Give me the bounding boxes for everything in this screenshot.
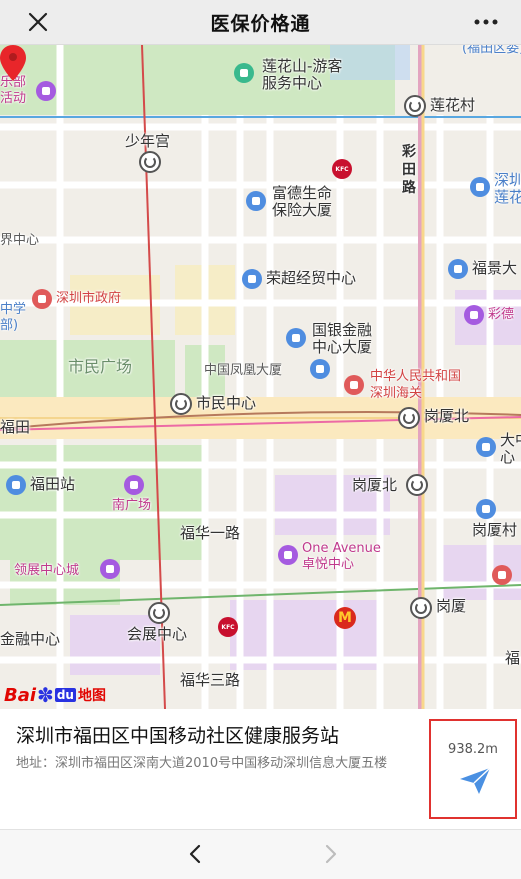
distance-label: 938.2m (448, 742, 498, 757)
map-label: 少年宫 (125, 132, 171, 150)
paper-plane-icon (460, 767, 491, 794)
map-label: 福田站 (30, 475, 76, 493)
place-name: 深圳市福田区中国移动社区健康服务站 (16, 725, 340, 747)
poi-icon[interactable] (492, 565, 512, 585)
map-label: 岗厦村 (472, 521, 518, 539)
map-label: 金融中心 (0, 630, 61, 648)
game-poi-icon[interactable] (36, 81, 56, 101)
map-label: 部) (0, 318, 19, 333)
map-label: 福 (505, 649, 521, 667)
map-label: 市民中心 (196, 394, 257, 412)
culture-poi-icon[interactable] (470, 177, 490, 197)
building-poi-icon[interactable] (476, 499, 496, 519)
map-label: (福田区委) (462, 45, 521, 56)
metro-station-icon[interactable] (406, 474, 428, 496)
place-address: 地址：深圳市福田区深南大道2010号中国移动深圳信息大厦五楼 (16, 756, 388, 771)
building-poi-icon[interactable] (246, 191, 266, 211)
map-view[interactable]: (福田区委) 乐部 活动 莲花山-游客 服务中心 莲花村 少年宫 彩 田 路 K… (0, 45, 521, 709)
building-poi-icon[interactable] (310, 359, 330, 379)
shop-poi-icon[interactable] (124, 475, 144, 495)
place-info-panel: 深圳市福田区中国移动社区健康服务站 地址：深圳市福田区深南大道2010号中国移动… (0, 709, 521, 829)
road-label: 彩 (402, 144, 416, 160)
road-label: 福华三路 (180, 671, 241, 689)
chevron-right-icon[interactable] (318, 842, 342, 866)
map-label: 富德生命 (272, 184, 333, 202)
baidu-paw-icon: ✽ (37, 683, 54, 707)
building-poi-icon[interactable] (286, 328, 306, 348)
map-label: 深圳市政府 (56, 291, 122, 306)
map-label: 彩德 (488, 307, 515, 322)
map-label: 岗厦 (436, 597, 467, 615)
road-label: 福华一路 (180, 524, 241, 542)
shop-poi-icon[interactable] (100, 559, 120, 579)
map-label: 莲花村 (430, 96, 476, 114)
baidu-map-logo: Bai ✽ du 地图 (4, 683, 106, 707)
map-label: 领展中心城 (14, 563, 80, 578)
map-label: 中学 (0, 302, 27, 317)
shop-poi-icon[interactable] (464, 305, 484, 325)
map-label: 福田 (0, 418, 31, 436)
top-bar: 医保价格通 (0, 0, 521, 45)
metro-station-icon[interactable] (139, 151, 161, 173)
map-label: 岗厦北 (352, 476, 398, 494)
building-poi-icon[interactable] (476, 437, 496, 457)
road-label: 田 (402, 162, 416, 178)
map-label: 深圳 (494, 171, 521, 189)
park-service-poi-icon[interactable] (234, 63, 254, 83)
map-label: 会展中心 (127, 625, 188, 643)
map-label: 市民广场 (68, 357, 133, 376)
map-label: 卓悦中心 (302, 557, 355, 572)
metro-station-icon[interactable] (398, 407, 420, 429)
map-label: 服务中心 (262, 74, 323, 92)
customs-poi-icon[interactable] (344, 375, 364, 395)
bottom-nav-bar (0, 829, 521, 879)
kfc-icon[interactable]: KFC (332, 159, 352, 179)
map-label: 活动 (0, 91, 27, 106)
chevron-left-icon[interactable] (184, 842, 208, 866)
more-icon[interactable] (471, 8, 501, 36)
shop-poi-icon[interactable] (278, 545, 298, 565)
kfc-icon[interactable]: KFC (218, 617, 238, 637)
map-label: 岗厦北 (424, 407, 470, 425)
map-label: One Avenue (302, 541, 381, 556)
building-poi-icon[interactable] (448, 259, 468, 279)
map-label: 保险大厦 (272, 201, 333, 219)
building-poi-icon[interactable] (242, 269, 262, 289)
map-label: 心 (500, 448, 516, 466)
location-pin-icon[interactable] (0, 45, 26, 81)
map-label: 莲花山-游客 (262, 57, 343, 75)
map-label: 中心大厦 (312, 338, 373, 356)
page-title: 医保价格通 (210, 12, 311, 35)
map-label: 中华人民共和国 (370, 369, 462, 384)
navigate-button[interactable]: 938.2m (429, 719, 517, 819)
map-label: 深圳海关 (370, 386, 423, 401)
government-poi-icon[interactable] (32, 289, 52, 309)
map-label: 界中心 (0, 233, 40, 248)
metro-station-icon[interactable] (148, 602, 170, 624)
metro-station-icon[interactable] (410, 597, 432, 619)
map-label: 莲花 (494, 188, 521, 206)
map-label: 南广场 (112, 498, 152, 513)
train-station-icon[interactable] (6, 475, 26, 495)
road-label: 路 (402, 180, 416, 196)
map-label: 福景大 (472, 259, 518, 277)
map-label: 荣超经贸中心 (266, 269, 357, 287)
metro-station-icon[interactable] (170, 393, 192, 415)
close-icon[interactable] (24, 8, 52, 36)
map-label: 国银金融 (312, 321, 373, 339)
map-label: 中国凤凰大厦 (204, 363, 283, 378)
map-label: 大中 (500, 431, 521, 449)
metro-station-icon[interactable] (404, 95, 426, 117)
mcdonalds-icon[interactable]: M (334, 607, 356, 629)
